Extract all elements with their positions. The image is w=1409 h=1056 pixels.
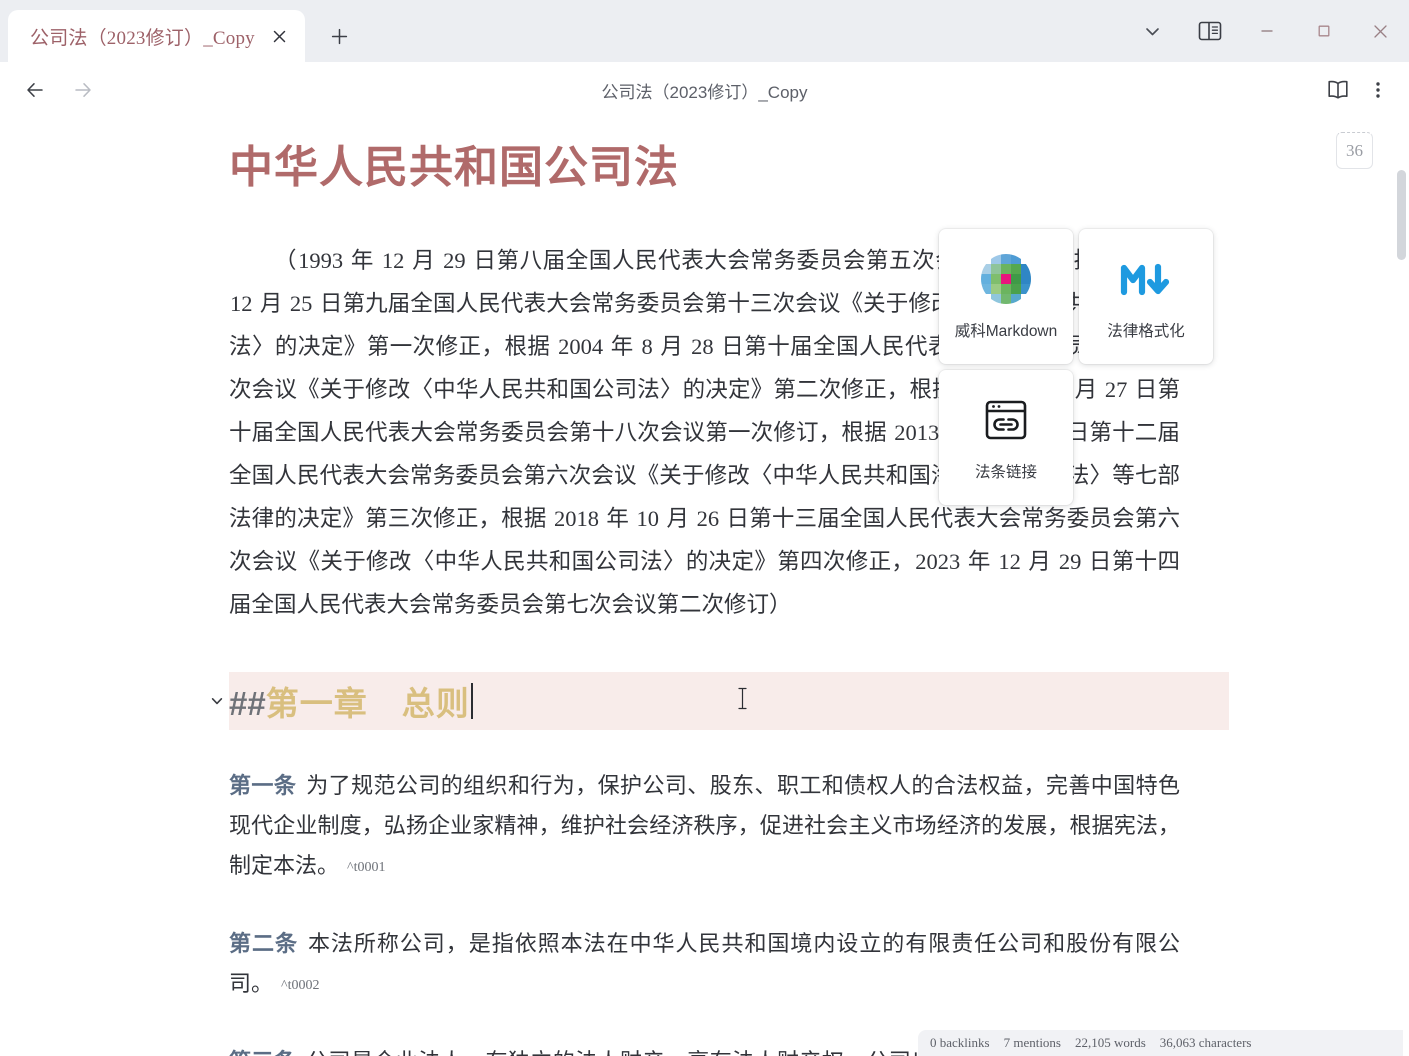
tab-list-dropdown-button[interactable] <box>1124 0 1181 62</box>
window-controls <box>1124 0 1409 62</box>
popup-card-weike-markdown[interactable]: 威科Markdown <box>939 229 1073 364</box>
tab-close-icon[interactable] <box>265 21 295 51</box>
document-toolbar: 公司法（2023修订）_Copy <box>0 62 1409 118</box>
article-item[interactable]: 第一条 为了规范公司的组织和行为，保护公司、股东、职工和债权人的合法权益，完善中国… <box>229 766 1180 888</box>
browser-link-icon <box>980 394 1032 446</box>
article-number: 第二条 <box>229 931 298 956</box>
article-number: 第三条 <box>229 1049 296 1056</box>
maximize-button[interactable] <box>1295 0 1352 62</box>
heading-fold-chevron-down-icon[interactable] <box>209 693 225 709</box>
plugin-popup-panel[interactable]: 威科Markdown 法律格式化 法条链接 <box>939 229 1219 511</box>
vertical-scrollbar[interactable] <box>1397 126 1406 1048</box>
mosaic-circle-icon <box>980 253 1032 305</box>
popup-card-legal-format[interactable]: 法律格式化 <box>1079 229 1213 364</box>
article-anchor[interactable]: ^t0001 <box>347 860 385 875</box>
article-number: 第一条 <box>229 773 297 798</box>
document-title-header: 公司法（2023修订）_Copy <box>601 82 808 102</box>
chapter-heading-row[interactable]: ## 第一章 总则 <box>0 672 1409 730</box>
status-backlinks[interactable]: 0 backlinks <box>930 1035 990 1051</box>
popup-card-label: 法条链接 <box>974 463 1037 481</box>
text-caret <box>470 683 473 719</box>
toggle-sidebar-icon[interactable] <box>1181 0 1238 62</box>
popup-card-law-link[interactable]: 法条链接 <box>939 370 1073 505</box>
toolbar-right-actions <box>1321 73 1395 107</box>
browser-tab[interactable]: 公司法（2023修订）_Copy <box>8 10 305 62</box>
article-anchor[interactable]: ^t0002 <box>281 978 319 993</box>
reading-mode-icon[interactable] <box>1321 73 1355 107</box>
title-bar: 公司法（2023修订）_Copy <box>0 0 1409 62</box>
status-characters[interactable]: 36,063 characters <box>1160 1035 1252 1051</box>
tab-title: 公司法（2023修订）_Copy <box>30 27 255 49</box>
status-bar: 0 backlinks 7 mentions 22,105 words 36,0… <box>918 1030 1403 1056</box>
popup-card-label: 法律格式化 <box>1107 322 1185 340</box>
app-window: 公司法（2023修订）_Copy 公司法（2023修订）_Copy 中华人民共和… <box>0 0 1409 1056</box>
close-window-button[interactable] <box>1352 0 1409 62</box>
article-text: 本法所称公司，是指依照本法在中华人民共和国境内设立的有限责任公司和股份有限公司。 <box>229 931 1180 996</box>
chapter-title: 第一章 总则 <box>265 685 470 722</box>
markdown-down-icon <box>1120 253 1172 305</box>
popup-card-label: 威科Markdown <box>954 322 1058 340</box>
minimize-button[interactable] <box>1238 0 1295 62</box>
markdown-hash-marker: ## <box>229 685 266 722</box>
article-item[interactable]: 第二条 本法所称公司，是指依照本法在中华人民共和国境内设立的有限责任公司和股份有限… <box>229 924 1180 1006</box>
status-words[interactable]: 22,105 words <box>1075 1035 1146 1051</box>
scrollbar-thumb[interactable] <box>1397 170 1406 260</box>
chapter-heading-text: ## 第一章 总则 <box>229 677 473 725</box>
status-mentions[interactable]: 7 mentions <box>1004 1035 1061 1051</box>
new-tab-button[interactable] <box>319 15 361 57</box>
mouse-text-cursor-icon <box>737 686 748 717</box>
navigation-arrows <box>18 73 100 107</box>
more-options-icon[interactable] <box>1361 73 1395 107</box>
heading-count-badge[interactable]: 36 <box>1336 132 1373 169</box>
forward-button[interactable] <box>66 73 100 107</box>
document-main-title: 中华人民共和国公司法 <box>229 143 679 192</box>
back-button[interactable] <box>18 73 52 107</box>
